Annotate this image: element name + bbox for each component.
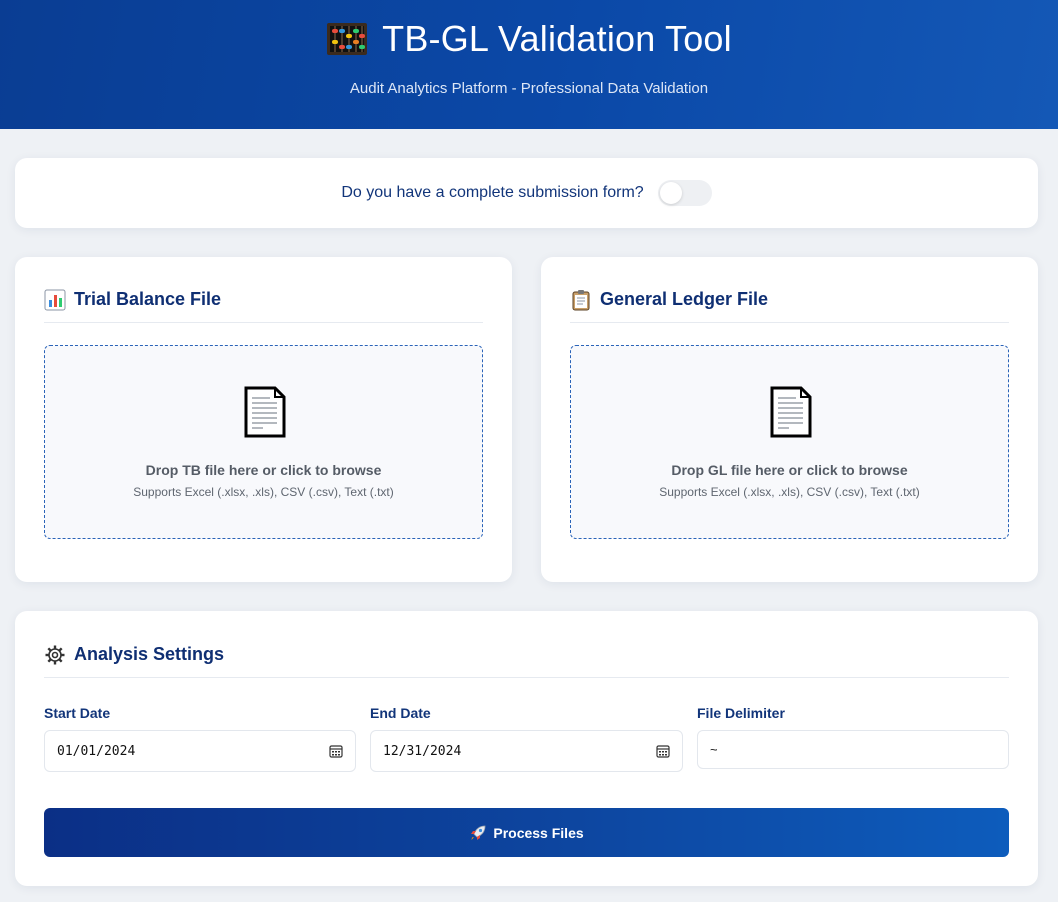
trial-balance-card: Trial Balance File Drop TB file here or … <box>15 257 512 582</box>
end-date-value: 12/31/2024 <box>383 743 462 759</box>
general-ledger-card: General Ledger File Drop GL file here or… <box>541 257 1038 582</box>
delimiter-label: File Delimiter <box>697 705 785 721</box>
calendar-icon[interactable] <box>656 744 670 758</box>
gl-drop-formats: Supports Excel (.xlsx, .xls), CSV (.csv)… <box>659 485 920 499</box>
submission-form-card: Do you have a complete submission form? <box>15 158 1038 228</box>
analysis-settings-card: Analysis Settings Start Date 01/01/2024 … <box>15 611 1038 886</box>
start-date-label: Start Date <box>44 705 111 721</box>
analysis-settings-title: Analysis Settings <box>74 644 225 664</box>
delimiter-input[interactable]: ~ <box>697 730 1009 769</box>
start-date-value: 01/01/2024 <box>57 743 136 759</box>
bar-chart-icon <box>44 289 66 310</box>
app-title-row: TB-GL Validation Tool <box>0 18 1058 60</box>
end-date-input[interactable]: 12/31/2024 <box>370 730 683 772</box>
gl-drop-instruction: Drop GL file here or click to browse <box>671 462 908 478</box>
process-files-button[interactable]: Process Files <box>44 808 1009 857</box>
general-ledger-title: General Ledger File <box>600 289 769 309</box>
gl-dropzone[interactable]: Drop GL file here or click to browse Sup… <box>570 345 1009 539</box>
delimiter-value: ~ <box>710 742 718 757</box>
toggle-knob <box>659 182 682 204</box>
process-files-label: Process Files <box>493 824 584 841</box>
tb-dropzone[interactable]: Drop TB file here or click to browse Sup… <box>44 345 483 539</box>
rocket-icon <box>471 825 486 840</box>
submission-toggle-label: Do you have a complete submission form? <box>341 184 644 201</box>
trial-balance-title: Trial Balance File <box>74 289 222 309</box>
start-date-input[interactable]: 01/01/2024 <box>44 730 356 772</box>
clipboard-icon <box>572 289 590 310</box>
end-date-label: End Date <box>370 705 431 721</box>
calendar-icon[interactable] <box>329 744 343 758</box>
trial-balance-title-row: Trial Balance File <box>44 287 483 323</box>
document-icon <box>770 386 812 438</box>
gear-icon <box>45 645 65 664</box>
abacus-icon <box>327 23 368 55</box>
general-ledger-title-row: General Ledger File <box>570 287 1009 323</box>
submission-toggle[interactable] <box>657 180 712 206</box>
document-icon <box>244 386 286 438</box>
tb-drop-formats: Supports Excel (.xlsx, .xls), CSV (.csv)… <box>133 485 394 499</box>
tb-drop-instruction: Drop TB file here or click to browse <box>145 462 382 478</box>
app-subtitle: Audit Analytics Platform - Professional … <box>349 80 709 97</box>
analysis-settings-title-row: Analysis Settings <box>44 642 1009 678</box>
app-header: TB-GL Validation Tool Audit Analytics Pl… <box>0 0 1058 129</box>
app-title: TB-GL Validation Tool <box>382 18 732 59</box>
